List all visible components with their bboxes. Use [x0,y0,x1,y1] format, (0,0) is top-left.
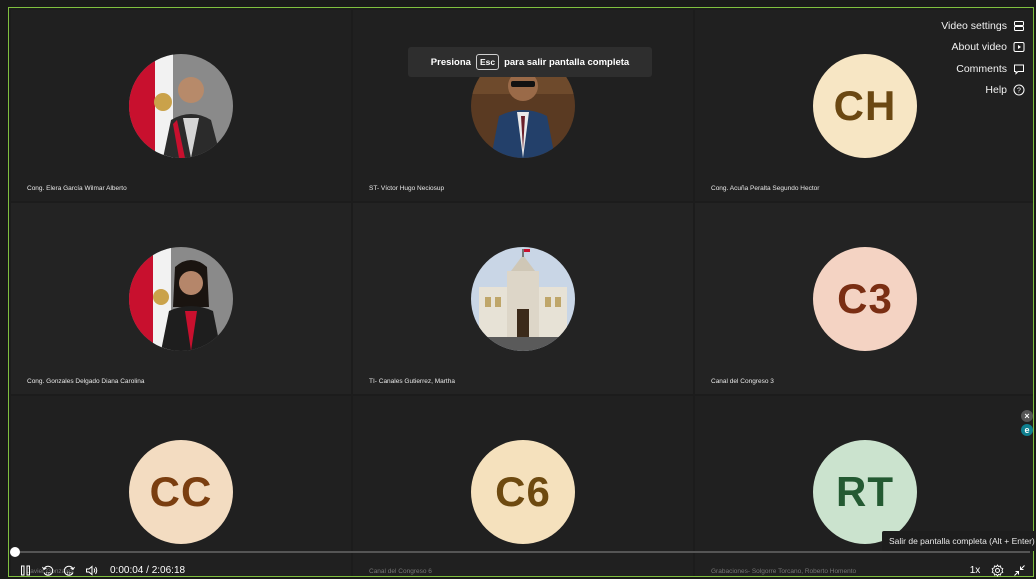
help-button[interactable]: Help ? [941,80,1025,102]
avatar-initials: RT [836,468,894,515]
exit-fullscreen-tooltip: Salir de pantalla completa (Alt + Enter) [882,531,1036,551]
extension-e-icon[interactable]: e [1021,424,1033,436]
video-info-icon [1013,42,1025,53]
participant-tile: TI- Canales Gutierrez, Martha [353,203,693,394]
skip-forward-button[interactable]: 10 [58,562,80,578]
participant-tile: C6 Canal del Congreso 6 [353,396,693,576]
avatar-initials: C6 [495,468,551,515]
participant-tile: CC Javier Gonzales [11,396,351,576]
seek-bar-thumb[interactable] [9,547,20,557]
video-frame: Cong. Elera García Wilmar Alberto ST- Ví… [8,7,1034,577]
avatar [129,247,233,351]
video-settings-label: Video settings [941,19,1007,32]
comments-label: Comments [956,62,1007,75]
avatar: CC [129,440,233,544]
help-icon: ? [1013,84,1025,96]
participant-name: TI- Canales Gutierrez, Martha [369,378,455,385]
participant-tile: Cong. Gonzales Delgado Diana Carolina [11,203,351,394]
time-separator: / [146,564,149,576]
exit-fullscreen-button[interactable] [1008,562,1030,578]
seek-bar[interactable] [9,547,1030,557]
avatar-initials: CC [149,468,213,515]
volume-button[interactable] [80,562,102,578]
browser-extension-badges: × e [1021,410,1035,438]
participant-name: ST- Víctor Hugo Neciosup [369,185,445,192]
help-label: Help [985,84,1007,97]
participant-name: Cong. Acuña Peralta Segundo Hector [711,185,820,192]
video-settings-button[interactable]: Video settings [941,15,1025,37]
duration: 2:06:18 [151,564,186,576]
participant-name: Cong. Gonzales Delgado Diana Carolina [27,378,145,385]
comment-icon [1014,64,1024,75]
participant-tile: C3 Canal del Congreso 3 [695,203,1033,394]
volume-icon [85,564,97,576]
participant-name: Canal del Congreso 3 [711,378,774,385]
building-photo-icon [471,247,575,351]
toast-prefix: Presiona [430,56,471,68]
participant-photo-icon [129,54,233,158]
esc-key-badge: Esc [475,54,500,70]
pause-icon [20,565,30,575]
time-display: 0:00:04 / 2:06:18 [110,565,185,576]
exit-fullscreen-icon [1013,564,1025,576]
gear-icon [991,563,1003,577]
about-video-label: About video [951,41,1007,54]
avatar: RT [813,440,917,544]
participant-tile: ST- Víctor Hugo Neciosup [353,10,693,201]
rewind-10-icon: 10 [41,565,53,576]
comments-button[interactable]: Comments [941,58,1025,80]
participant-name: Cong. Elera García Wilmar Alberto [27,185,127,192]
participant-photo-icon [129,247,233,351]
video-side-menu: Video settings About video Comments Help… [941,15,1025,101]
svg-text:?: ? [1017,88,1021,95]
settings-button[interactable] [986,562,1008,578]
avatar [471,247,575,351]
current-time: 0:00:04 [110,564,144,576]
avatar: C3 [813,247,917,351]
settings-panel-icon [1014,20,1024,31]
fullscreen-exit-toast: Presiona Esc para salir pantalla complet… [408,47,652,77]
avatar-initials: C3 [837,275,893,322]
playback-speed-button[interactable]: 1x [964,565,986,576]
avatar [129,54,233,158]
skip-forward-seconds: 10 [66,571,72,576]
close-extension-icon[interactable]: × [1021,410,1033,422]
player-controls: 10 10 0:00:04 / 2:06:18 1x [14,561,1030,579]
participant-grid: Cong. Elera García Wilmar Alberto ST- Ví… [9,8,1033,576]
toast-suffix: para salir pantalla completa [504,56,630,68]
pause-button[interactable] [14,562,36,578]
skip-back-button[interactable]: 10 [36,562,58,578]
forward-10-icon: 10 [63,565,75,576]
avatar: C6 [471,440,575,544]
skip-back-seconds: 10 [45,571,51,576]
participant-tile: Cong. Elera García Wilmar Alberto [11,10,351,201]
about-video-button[interactable]: About video [941,37,1025,59]
avatar: CH [813,54,917,158]
avatar-initials: CH [833,82,897,129]
